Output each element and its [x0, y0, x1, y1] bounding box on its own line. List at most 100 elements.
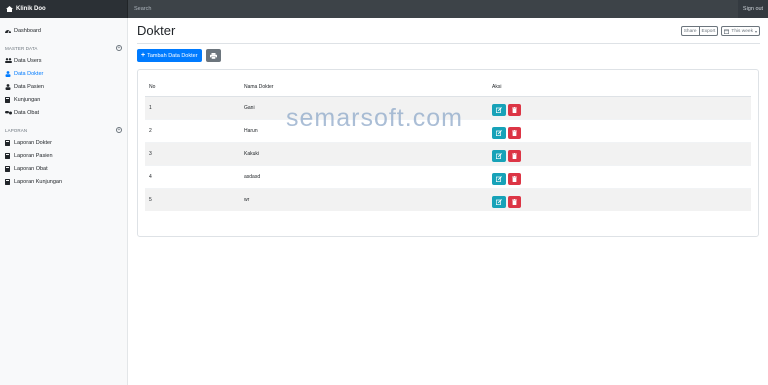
sidebar-item-dashboard[interactable]: Dashboard [0, 24, 127, 37]
report-icon [5, 139, 12, 146]
calendar-icon [724, 29, 730, 34]
sidebar: Dashboard MASTER DATA + Data Users Data … [0, 18, 128, 385]
cell-nama: wr [244, 187, 492, 211]
cell-aksi [492, 118, 751, 142]
watermark: semarsoft.com [286, 104, 463, 132]
print-button[interactable] [206, 49, 221, 62]
table-row: 4 asdasd [145, 164, 751, 188]
users-icon [5, 58, 12, 63]
cell-no: 3 [145, 141, 244, 165]
cell-nama: Kakuki [244, 141, 492, 165]
clinic-icon [6, 6, 13, 12]
delete-button[interactable] [508, 172, 521, 185]
title-divider [137, 43, 760, 44]
cell-aksi [492, 141, 751, 165]
this-week-label: This week [731, 28, 753, 34]
edit-icon [496, 152, 502, 159]
laporan-heading: LAPORAN + [0, 124, 127, 136]
add-dokter-button[interactable]: + Tambah Data Dokter [137, 49, 202, 62]
dokter-table: No Nama Dokter Aksi 1 Gani 2 Harun 3 Kak… [145, 78, 751, 211]
trash-icon [512, 175, 517, 182]
cell-aksi [492, 95, 751, 119]
sidebar-item-laporan-kunjungan[interactable]: Laporan Kunjungan [0, 175, 127, 188]
add-master-icon[interactable]: + [116, 45, 122, 51]
top-navbar: Klinik Doo Search Sign out [0, 0, 768, 18]
sidebar-item-label: Kunjungan [14, 96, 41, 103]
this-week-dropdown[interactable]: This week ▾ [721, 26, 760, 36]
master-data-heading: MASTER DATA + [0, 42, 127, 54]
master-data-heading-label: MASTER DATA [5, 45, 38, 51]
edit-button[interactable] [492, 103, 506, 116]
toolbar: Share Export This week ▾ [680, 26, 760, 36]
report-icon [5, 165, 12, 172]
sidebar-item-label: Data Users [14, 57, 42, 64]
sidebar-item-label: Laporan Dokter [14, 139, 52, 146]
main-content: Dokter Share Export This week ▾ + Tambah… [128, 18, 768, 385]
sidebar-item-label: Laporan Kunjungan [14, 178, 63, 185]
cell-no: 5 [145, 187, 244, 211]
edit-button[interactable] [492, 149, 506, 162]
sidebar-item-laporan-obat[interactable]: Laporan Obat [0, 162, 127, 175]
edit-button[interactable] [492, 126, 506, 139]
delete-button[interactable] [508, 149, 521, 162]
cell-nama: asdasd [244, 164, 492, 188]
column-header-no: No [145, 78, 244, 97]
print-icon [210, 52, 217, 59]
book-icon [5, 96, 12, 103]
edit-icon [496, 106, 502, 113]
column-header-aksi: Aksi [492, 78, 751, 97]
cell-aksi [492, 187, 751, 211]
sidebar-item-data-pasien[interactable]: Data Pasien [0, 80, 127, 93]
sidebar-item-data-users[interactable]: Data Users [0, 54, 127, 67]
sidebar-item-label: Dashboard [14, 27, 41, 34]
sidebar-item-label: Laporan Obat [14, 165, 48, 172]
trash-icon [512, 198, 517, 205]
table-header-row: No Nama Dokter Aksi [145, 78, 751, 97]
delete-button[interactable] [508, 126, 521, 139]
sign-out-link[interactable]: Sign out [738, 0, 768, 18]
delete-button[interactable] [508, 103, 521, 116]
sidebar-item-label: Data Obat [14, 109, 40, 116]
dokter-table-card: No Nama Dokter Aksi 1 Gani 2 Harun 3 Kak… [137, 69, 759, 237]
delete-button[interactable] [508, 195, 521, 208]
sidebar-item-laporan-pasien[interactable]: Laporan Pasien [0, 149, 127, 162]
pills-icon [5, 110, 12, 115]
tachometer-icon [5, 28, 12, 33]
edit-icon [496, 175, 502, 182]
search-input[interactable]: Search [128, 0, 738, 18]
cell-no: 2 [145, 118, 244, 142]
add-laporan-icon[interactable]: + [116, 127, 122, 133]
brand[interactable]: Klinik Doo [0, 0, 128, 18]
cell-no: 1 [145, 95, 244, 119]
sidebar-item-data-obat[interactable]: Data Obat [0, 106, 127, 119]
brand-label: Klinik Doo [16, 6, 46, 12]
share-button[interactable]: Share [680, 26, 700, 36]
edit-button[interactable] [492, 195, 506, 208]
edit-button[interactable] [492, 172, 506, 185]
sidebar-item-label: Data Dokter [14, 70, 44, 77]
sidebar-item-kunjungan[interactable]: Kunjungan [0, 93, 127, 106]
doctor-icon [5, 70, 12, 77]
trash-icon [512, 129, 517, 136]
cell-aksi [492, 164, 751, 188]
export-button[interactable]: Export [699, 26, 719, 36]
laporan-heading-label: LAPORAN [5, 127, 28, 133]
sidebar-item-laporan-dokter[interactable]: Laporan Dokter [0, 136, 127, 149]
sidebar-item-data-dokter[interactable]: Data Dokter [0, 67, 127, 80]
sidebar-item-label: Data Pasien [14, 83, 44, 90]
edit-icon [496, 198, 502, 205]
add-dokter-label: Tambah Data Dokter [147, 52, 198, 59]
page-title: Dokter [137, 23, 176, 38]
column-header-nama: Nama Dokter [244, 78, 492, 97]
plus-icon: + [141, 52, 146, 59]
sidebar-item-label: Laporan Pasien [14, 152, 53, 159]
report-icon [5, 178, 12, 185]
trash-icon [512, 152, 517, 159]
report-icon [5, 152, 12, 159]
edit-icon [496, 129, 502, 136]
cell-no: 4 [145, 164, 244, 188]
trash-icon [512, 106, 517, 113]
user-icon [5, 83, 12, 90]
table-row: 5 wr [145, 187, 751, 211]
table-row: 3 Kakuki [145, 141, 751, 165]
